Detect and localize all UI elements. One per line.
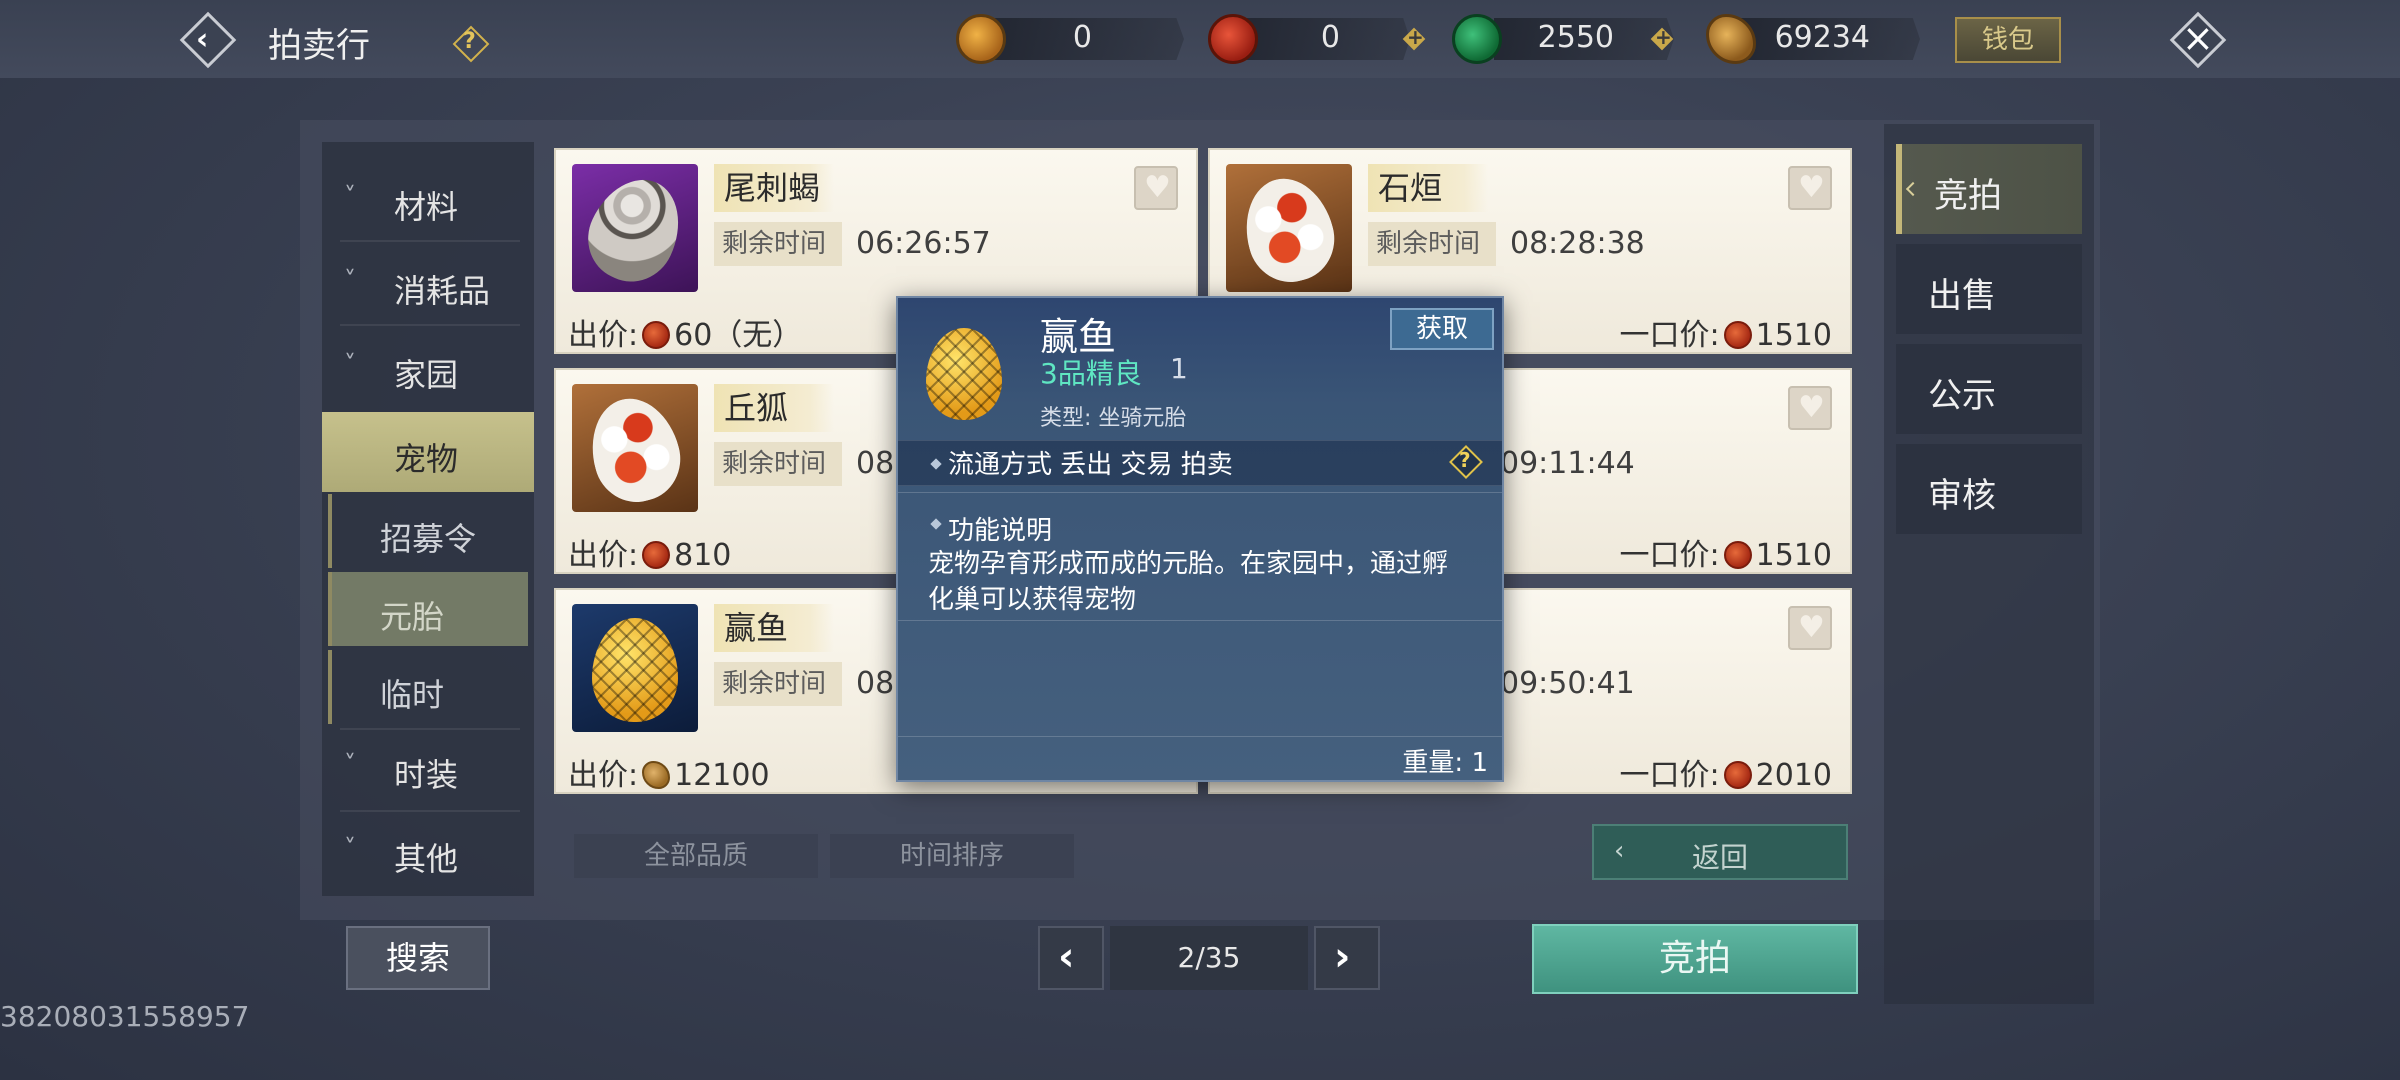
chevron-down-icon: ˅ (344, 834, 356, 862)
next-page-button[interactable]: › (1314, 926, 1380, 990)
currency-2-value: 0 (1320, 20, 1340, 55)
egg-icon (1234, 168, 1344, 292)
back-button[interactable]: ‹ (178, 10, 238, 70)
popup-weight: 重量: 1 (1402, 748, 1488, 778)
egg-icon (926, 328, 1002, 420)
buyout-price: 一口价: 2010 (1619, 758, 1832, 793)
heart-icon: ♥ (1798, 610, 1825, 645)
nav-other[interactable]: ˅ 其他 (322, 812, 534, 892)
red-coin-icon (1723, 541, 1752, 569)
gold-leaf-coin-icon (642, 761, 671, 789)
sort-dropdown[interactable]: 时间排序 (830, 834, 1074, 878)
chevron-down-icon: ˅ (344, 182, 356, 210)
time-remaining: 09:11:44 (1500, 446, 1635, 481)
egg-icon (574, 164, 696, 292)
popup-function-body: 宠物孕育形成而成的元胎。在家园中，通过孵化巢可以获得宠物 (928, 549, 1449, 615)
time-remaining: 09:50:41 (1500, 666, 1635, 701)
chevron-left-icon: ‹ (1614, 836, 1625, 866)
sub-nav-temporary[interactable]: 临时 (328, 650, 528, 724)
chevron-left-icon (1905, 181, 1921, 197)
nav-home[interactable]: ˅ 家园 (322, 328, 534, 408)
chevron-down-icon: ˅ (344, 750, 356, 778)
player-id: 38208031558957 (0, 1000, 250, 1033)
back-arrow-icon: ‹ (196, 22, 209, 57)
chevron-left-icon: ‹ (1058, 934, 1075, 980)
obtain-button[interactable]: 获取 (1390, 308, 1494, 350)
close-button[interactable]: × (2168, 10, 2228, 70)
red-coin-icon (1723, 761, 1752, 789)
sub-nav-recruit-token[interactable]: 招募令 (328, 494, 528, 568)
page-title: 拍卖行 (268, 26, 370, 66)
add-currency-2-button[interactable]: + (1402, 25, 1426, 51)
wallet-button[interactable]: 钱包 (1955, 17, 2061, 63)
nav-materials[interactable]: ˅ 材料 (322, 160, 534, 240)
close-icon: × (2182, 16, 2214, 60)
jade-coin-icon (1452, 14, 1502, 64)
tab-sell[interactable]: 出售 (1896, 244, 2082, 334)
chevron-down-icon: ˅ (344, 266, 356, 294)
time-remaining: 08:28:38 (1510, 226, 1645, 261)
quality-filter-dropdown[interactable]: 全部品质 (574, 834, 818, 878)
favorite-button[interactable]: ♥ (1788, 386, 1832, 430)
popup-type: 类型: 坐骑元胎 (1040, 406, 1187, 431)
bid-price: 出价: 810 (568, 538, 732, 573)
buyout-price: 一口价: 1510 (1619, 318, 1832, 353)
tab-review[interactable]: 审核 (1896, 444, 2082, 534)
red-spiral-coin-icon (1208, 14, 1258, 64)
popup-quality: 3品精良 (1040, 357, 1142, 390)
nav-consumables[interactable]: ˅ 消耗品 (322, 244, 534, 324)
item-thumbnail (572, 604, 698, 732)
bid-price: 出价: 60（无） (568, 318, 803, 353)
heart-icon: ♥ (1798, 390, 1825, 425)
time-label: 剩余时间 (714, 222, 842, 266)
heart-icon: ♥ (1798, 170, 1825, 205)
bid-price: 出价: 12100 (568, 758, 770, 793)
item-name: 赢鱼 (714, 604, 834, 652)
favorite-button[interactable]: ♥ (1788, 166, 1832, 210)
gold-pouch-icon (956, 14, 1006, 64)
chevron-right-icon: › (1334, 934, 1351, 980)
time-label: 剩余时间 (1368, 222, 1496, 266)
item-name: 丘狐 (714, 384, 834, 432)
bid-button[interactable]: 竞拍 (1532, 924, 1858, 994)
previous-page-button[interactable]: ‹ (1038, 926, 1104, 990)
add-currency-3-button[interactable]: + (1650, 25, 1674, 51)
tab-bid[interactable]: 竞拍 (1896, 144, 2082, 234)
heart-icon: ♥ (1144, 170, 1171, 205)
time-remaining: 06:26:57 (856, 226, 991, 261)
item-thumbnail (572, 384, 698, 512)
popup-circulation: 流通方式 丢出 交易 拍卖 (948, 450, 1233, 480)
return-button[interactable]: ‹ 返回 (1592, 824, 1848, 880)
currency-1-value: 0 (1072, 20, 1092, 55)
sub-nav-embryo[interactable]: 元胎 (328, 572, 528, 646)
time-label: 剩余时间 (714, 662, 842, 706)
page-indicator: 2/35 (1110, 926, 1308, 990)
tab-announcement[interactable]: 公示 (1896, 344, 2082, 434)
time-label: 剩余时间 (714, 442, 842, 486)
red-coin-icon (642, 321, 671, 349)
red-coin-icon (1723, 321, 1752, 349)
egg-icon (580, 388, 690, 512)
nav-fashion[interactable]: ˅ 时装 (322, 728, 534, 808)
item-thumbnail (572, 164, 698, 292)
help-icon[interactable]: ? (450, 23, 490, 63)
help-icon[interactable]: ? (1448, 444, 1484, 480)
popup-function-title: 功能说明 (948, 516, 1053, 546)
egg-icon (592, 618, 678, 722)
favorite-button[interactable]: ♥ (1134, 166, 1178, 210)
chevron-down-icon: ˅ (344, 350, 356, 378)
currency-3-value: 2550 (1537, 20, 1614, 55)
bullet-icon (930, 518, 942, 530)
currency-4-value: 69234 (1774, 20, 1870, 55)
buyout-price: 一口价: 1510 (1619, 538, 1832, 573)
search-button[interactable]: 搜索 (346, 926, 490, 990)
item-name: 尾刺蝎 (714, 164, 834, 212)
item-name: 石烜 (1368, 164, 1488, 212)
popup-count: 1 (1170, 352, 1188, 385)
nav-pets[interactable]: 宠物 (322, 412, 534, 492)
red-coin-icon (642, 541, 671, 569)
item-thumbnail (1226, 164, 1352, 292)
favorite-button[interactable]: ♥ (1788, 606, 1832, 650)
item-detail-popup: 赢鱼 3品精良 1 类型: 坐骑元胎 获取 流通方式 丢出 交易 拍卖 ? 功能… (896, 296, 1504, 782)
